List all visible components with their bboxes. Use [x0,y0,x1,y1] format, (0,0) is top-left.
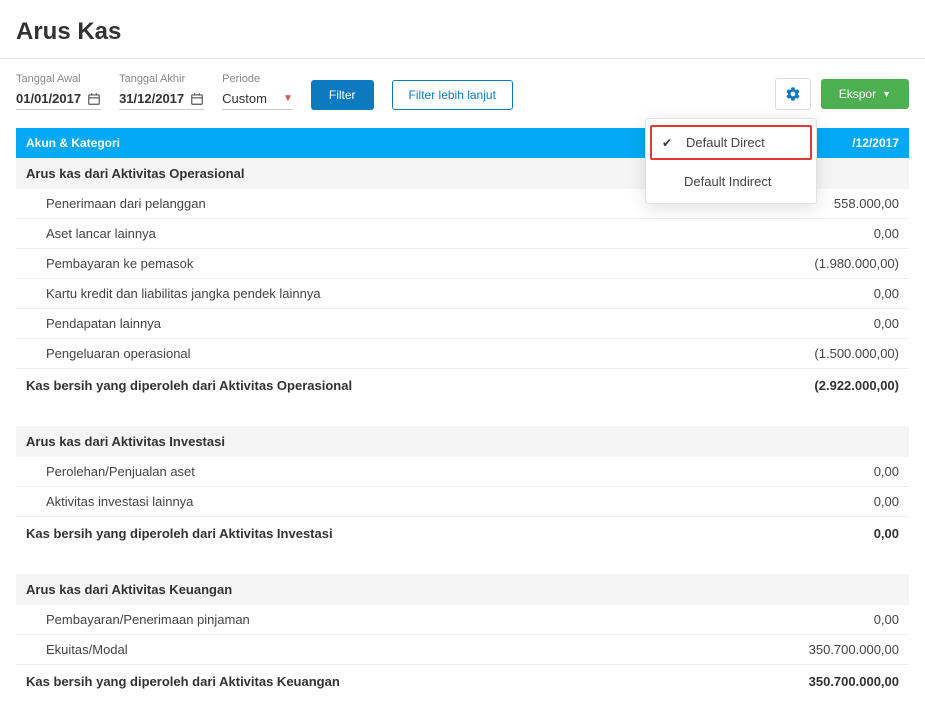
table-row: Ekuitas/Modal350.700.000,00 [16,635,909,665]
row-value: 350.700.000,00 [693,635,909,665]
gap-row [16,550,909,574]
start-date-value: 01/01/2017 [16,91,81,106]
table-row: Aset lancar lainnya0,00 [16,219,909,249]
row-value: 0,00 [693,279,909,309]
row-value: 0,00 [693,605,909,635]
calendar-icon [190,92,204,106]
section-title-row: Arus kas dari Aktivitas Keuangan [16,574,909,605]
start-date-input[interactable]: 01/01/2017 [16,89,101,110]
table-row: Kartu kredit dan liabilitas jangka pende… [16,279,909,309]
filter-button[interactable]: Filter [311,80,374,110]
subtotal-label: Kas bersih yang diperoleh dari Aktivitas… [16,665,693,699]
table-row: Perolehan/Penjualan aset0,00 [16,457,909,487]
caret-down-icon: ▼ [882,89,891,99]
table-row: Aktivitas investasi lainnya0,00 [16,487,909,517]
row-label[interactable]: Pembayaran ke pemasok [16,249,693,279]
row-value: 0,00 [693,457,909,487]
toolbar: Tanggal Awal 01/01/2017 Tanggal Akhir 31… [0,59,925,128]
report-area: Akun & Kategori /12/2017 Arus kas dari A… [0,128,925,718]
row-label[interactable]: Pembayaran/Penerimaan pinjaman [16,605,693,635]
row-label[interactable]: Pengeluaran operasional [16,339,693,369]
row-label[interactable]: Aset lancar lainnya [16,219,693,249]
row-label[interactable]: Kartu kredit dan liabilitas jangka pende… [16,279,693,309]
row-value: 0,00 [693,219,909,249]
dropdown-item-label: Default Direct [686,135,765,150]
period-select[interactable]: Custom ▼ [222,89,293,110]
table-row: Pengeluaran operasional(1.500.000,00) [16,339,909,369]
period-field: Periode Custom ▼ [222,73,293,110]
subtotal-value: 350.700.000,00 [693,665,909,699]
toolbar-right: Ekspor ▼ ✔ Default Direct Default Indire… [775,78,909,110]
gap-row [16,402,909,426]
gear-icon [785,86,801,102]
row-label[interactable]: Perolehan/Penjualan aset [16,457,693,487]
subtotal-row: Kas bersih yang diperoleh dari Aktivitas… [16,665,909,699]
settings-button[interactable] [775,78,811,110]
subtotal-label: Kas bersih yang diperoleh dari Aktivitas… [16,369,693,403]
row-label[interactable]: Pendapatan lainnya [16,309,693,339]
subtotal-value: 0,00 [693,517,909,551]
end-date-input[interactable]: 31/12/2017 [119,89,204,110]
calendar-icon [87,92,101,106]
col-account: Akun & Kategori [16,128,693,158]
section-title-cell: Arus kas dari Aktivitas Investasi [16,426,909,457]
dropdown-item-label: Default Indirect [684,174,771,189]
caret-down-icon: ▼ [283,93,293,104]
subtotal-value: (2.922.000,00) [693,369,909,403]
table-row: Pembayaran/Penerimaan pinjaman0,00 [16,605,909,635]
start-date-label: Tanggal Awal [16,73,101,85]
check-icon: ✔ [662,136,676,150]
section-title-row: Arus kas dari Aktivitas Investasi [16,426,909,457]
row-label[interactable]: Penerimaan dari pelanggan [16,189,693,219]
end-date-field: Tanggal Akhir 31/12/2017 [119,73,204,110]
subtotal-label: Kas bersih yang diperoleh dari Aktivitas… [16,517,693,551]
row-value: (1.500.000,00) [693,339,909,369]
row-value: 0,00 [693,487,909,517]
subtotal-row: Kas bersih yang diperoleh dari Aktivitas… [16,517,909,551]
cashflow-table: Akun & Kategori /12/2017 Arus kas dari A… [16,128,909,698]
advanced-filter-button[interactable]: Filter lebih lanjut [392,80,513,110]
end-date-label: Tanggal Akhir [119,73,204,85]
settings-dropdown: ✔ Default Direct Default Indirect [645,118,817,204]
dropdown-item-default-direct[interactable]: ✔ Default Direct [650,125,812,160]
export-label: Ekspor [839,87,876,101]
subtotal-row: Kas bersih yang diperoleh dari Aktivitas… [16,369,909,403]
row-label[interactable]: Aktivitas investasi lainnya [16,487,693,517]
start-date-field: Tanggal Awal 01/01/2017 [16,73,101,110]
section-title-cell: Arus kas dari Aktivitas Keuangan [16,574,909,605]
row-value: (1.980.000,00) [693,249,909,279]
dropdown-item-default-indirect[interactable]: Default Indirect [646,164,816,199]
table-row: Pendapatan lainnya0,00 [16,309,909,339]
page-title: Arus Kas [16,18,909,46]
export-button[interactable]: Ekspor ▼ [821,79,909,109]
period-value: Custom [222,91,267,106]
table-row: Pembayaran ke pemasok(1.980.000,00) [16,249,909,279]
row-label[interactable]: Ekuitas/Modal [16,635,693,665]
period-label: Periode [222,73,293,85]
row-value: 0,00 [693,309,909,339]
end-date-value: 31/12/2017 [119,91,184,106]
